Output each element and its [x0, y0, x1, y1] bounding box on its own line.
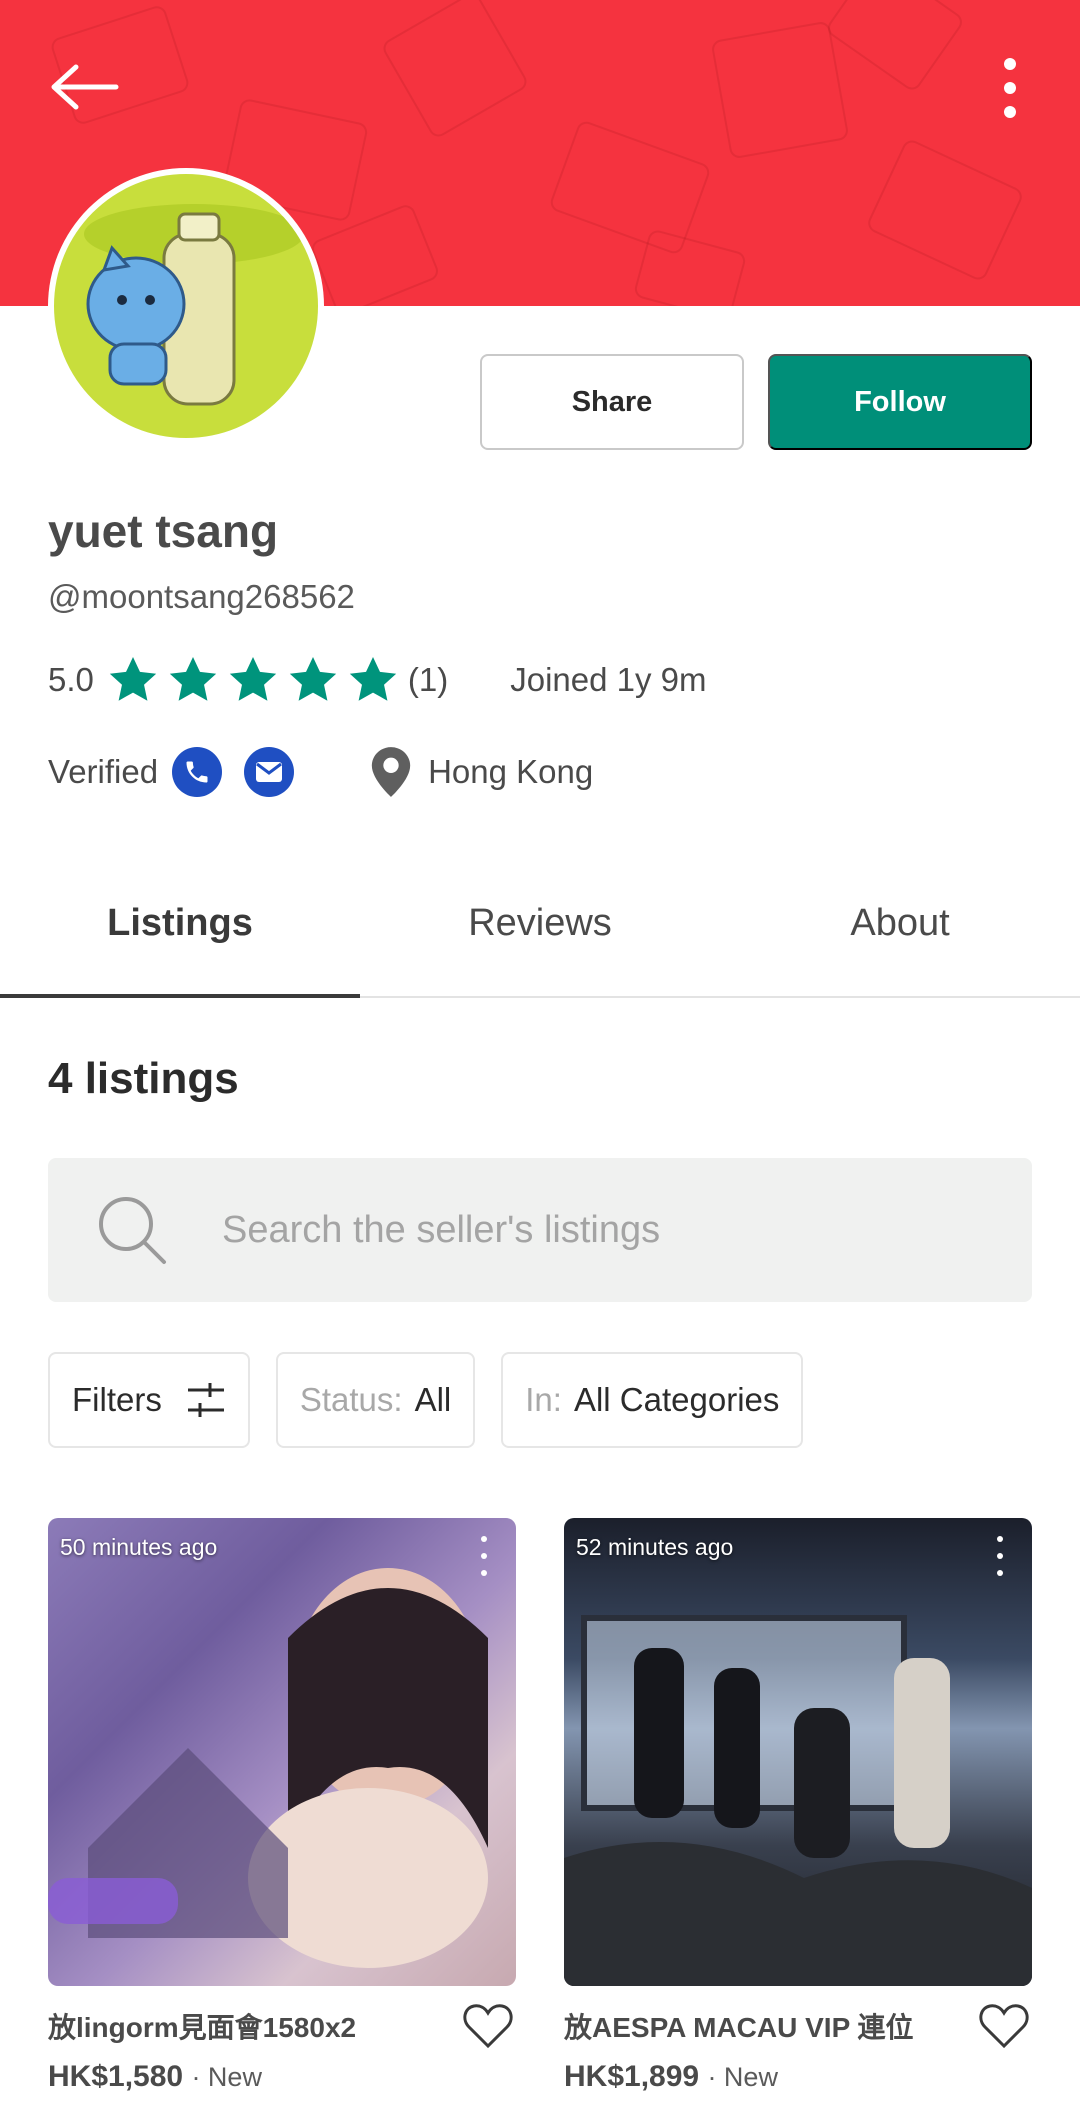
profile-tabs: Listings Reviews About [0, 850, 1080, 998]
star-icon [349, 657, 397, 701]
more-options-button[interactable] [980, 48, 1040, 128]
filter-row: Filters Status: All In: All Categories [48, 1352, 804, 1448]
listing-title[interactable]: 放AESPA MACAU VIP 連位 [564, 2006, 964, 2046]
display-name: yuet tsang [48, 505, 279, 557]
review-count: (1) [407, 661, 449, 698]
category-value: All Categories [573, 1381, 780, 1418]
sliders-icon [187, 1383, 224, 1417]
filters-label: Filters [72, 1381, 162, 1418]
listing-image[interactable]: 52 minutes ago [564, 1518, 1032, 1986]
back-button[interactable] [40, 52, 130, 122]
star-icon [109, 657, 157, 701]
listing-time: 50 minutes ago [60, 1534, 218, 1560]
more-vertical-icon [1004, 58, 1016, 118]
location-label: Hong Kong [428, 753, 594, 790]
listing-card[interactable]: 50 minutes ago 放lingorm見面會1580x2 HK$1,58… [48, 1518, 516, 2094]
share-button[interactable]: Share [480, 354, 744, 450]
heart-icon[interactable] [460, 1998, 516, 2054]
card-more-icon[interactable] [472, 1536, 496, 1576]
listing-condition: · New [707, 2062, 778, 2092]
status-filter[interactable]: Status: All [275, 1352, 476, 1448]
rating-value: 5.0 [48, 661, 94, 698]
filters-button[interactable]: Filters [48, 1352, 250, 1448]
verified-label: Verified [48, 753, 159, 790]
listing-image[interactable]: 50 minutes ago [48, 1518, 516, 1986]
status-value: All [414, 1381, 452, 1418]
search-input[interactable] [222, 1208, 982, 1252]
status-prefix: Status: [299, 1381, 403, 1418]
listings-search-box[interactable] [48, 1158, 1032, 1302]
price-row: HK$1,899 · New [564, 2060, 1032, 2094]
tab-about[interactable]: About [720, 850, 1080, 996]
tab-listings[interactable]: Listings [0, 850, 360, 998]
joined-label: Joined 1y 9m [510, 661, 707, 698]
listings-count: 4 listings [48, 1054, 239, 1103]
search-icon [99, 1197, 166, 1264]
price-row: HK$1,580 · New [48, 2060, 516, 2094]
star-rating [106, 653, 400, 707]
avatar [48, 168, 324, 444]
star-icon [289, 657, 337, 701]
tab-reviews[interactable]: Reviews [360, 850, 720, 996]
heart-icon[interactable] [976, 1998, 1032, 2054]
category-prefix: In: [525, 1381, 562, 1418]
phone-verified-icon [172, 747, 223, 797]
email-verified-icon [244, 747, 295, 797]
location-pin-icon [371, 747, 411, 797]
listing-card[interactable]: 52 minutes ago 放AESPA MACAU VIP 連位 HK$1,… [564, 1518, 1032, 2094]
listing-price: HK$1,580 [48, 2060, 184, 2093]
verified-row: Verified Hong Kong [48, 744, 593, 800]
follow-button[interactable]: Follow [768, 354, 1032, 450]
username: @moontsang268562 [48, 578, 355, 615]
avatar-image [54, 174, 318, 438]
listing-condition: · New [191, 2062, 262, 2092]
listing-price: HK$1,899 [564, 2060, 700, 2093]
arrow-left-icon [51, 64, 119, 110]
star-icon [169, 657, 217, 701]
listing-title[interactable]: 放lingorm見面會1580x2 [48, 2006, 448, 2046]
card-more-icon[interactable] [988, 1536, 1012, 1576]
category-filter[interactable]: In: All Categories [501, 1352, 804, 1448]
rating-row[interactable]: 5.0 (1) Joined 1y 9m [48, 652, 707, 708]
listing-time: 52 minutes ago [576, 1534, 734, 1560]
star-icon [229, 657, 277, 701]
